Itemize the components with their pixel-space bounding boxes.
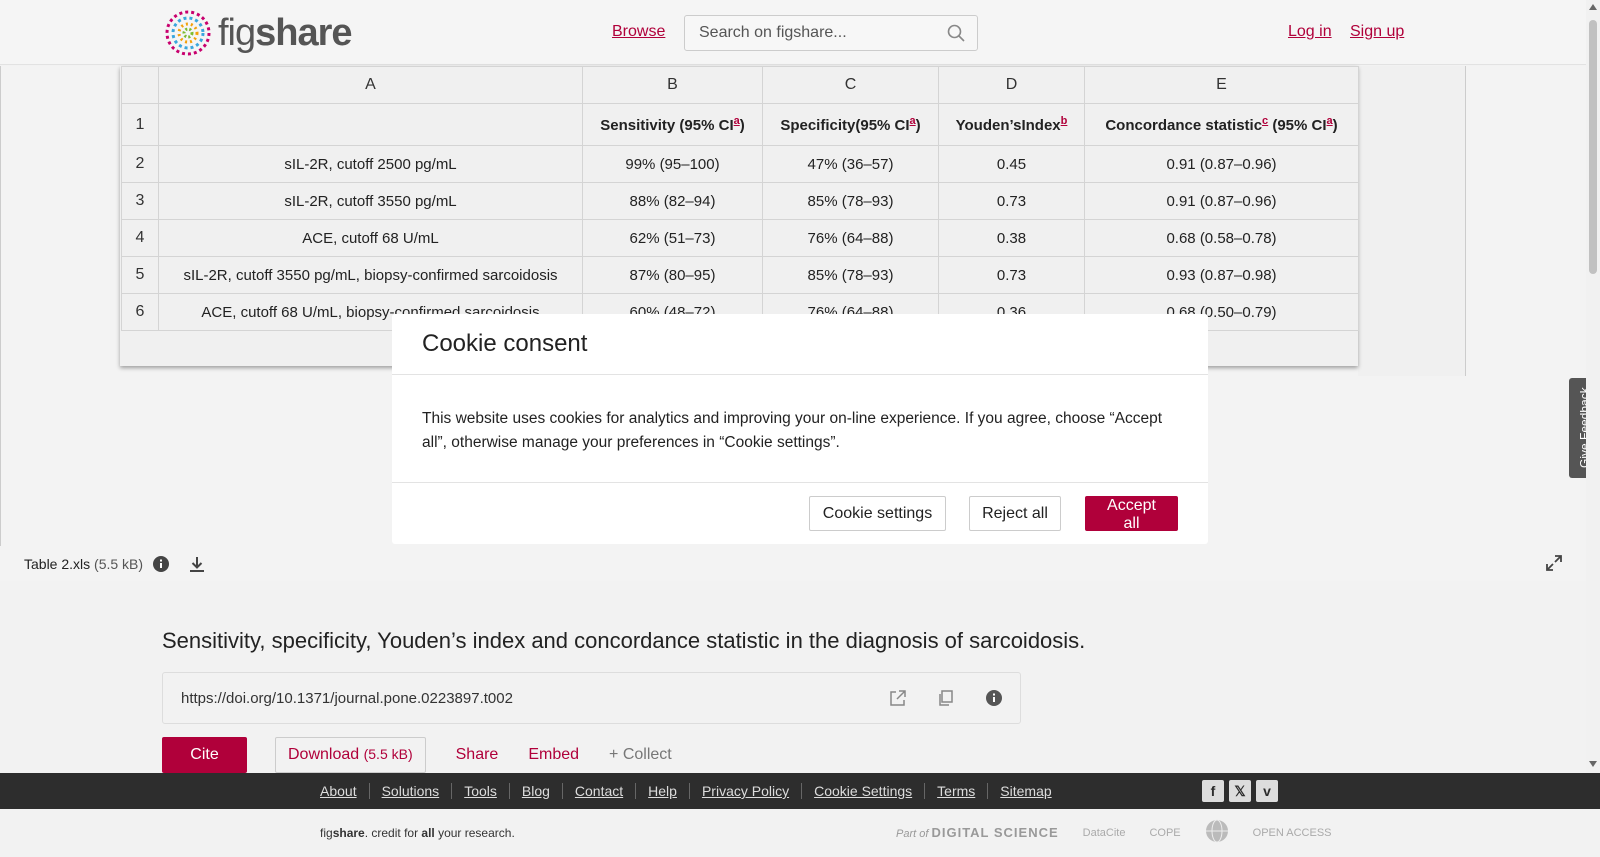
cookie-consent-dialog: Cookie consent This website uses cookies… — [392, 314, 1208, 544]
reject-all-button[interactable]: Reject all — [969, 496, 1061, 531]
dialog-body: This website uses cookies for analytics … — [392, 375, 1208, 483]
cookie-settings-button[interactable]: Cookie settings — [809, 496, 946, 531]
dialog-footer: Cookie settings Reject all Accept all — [392, 483, 1208, 543]
dialog-header: Cookie consent — [392, 314, 1208, 375]
accept-all-button[interactable]: Accept all — [1085, 496, 1178, 532]
dialog-title: Cookie consent — [422, 330, 588, 357]
